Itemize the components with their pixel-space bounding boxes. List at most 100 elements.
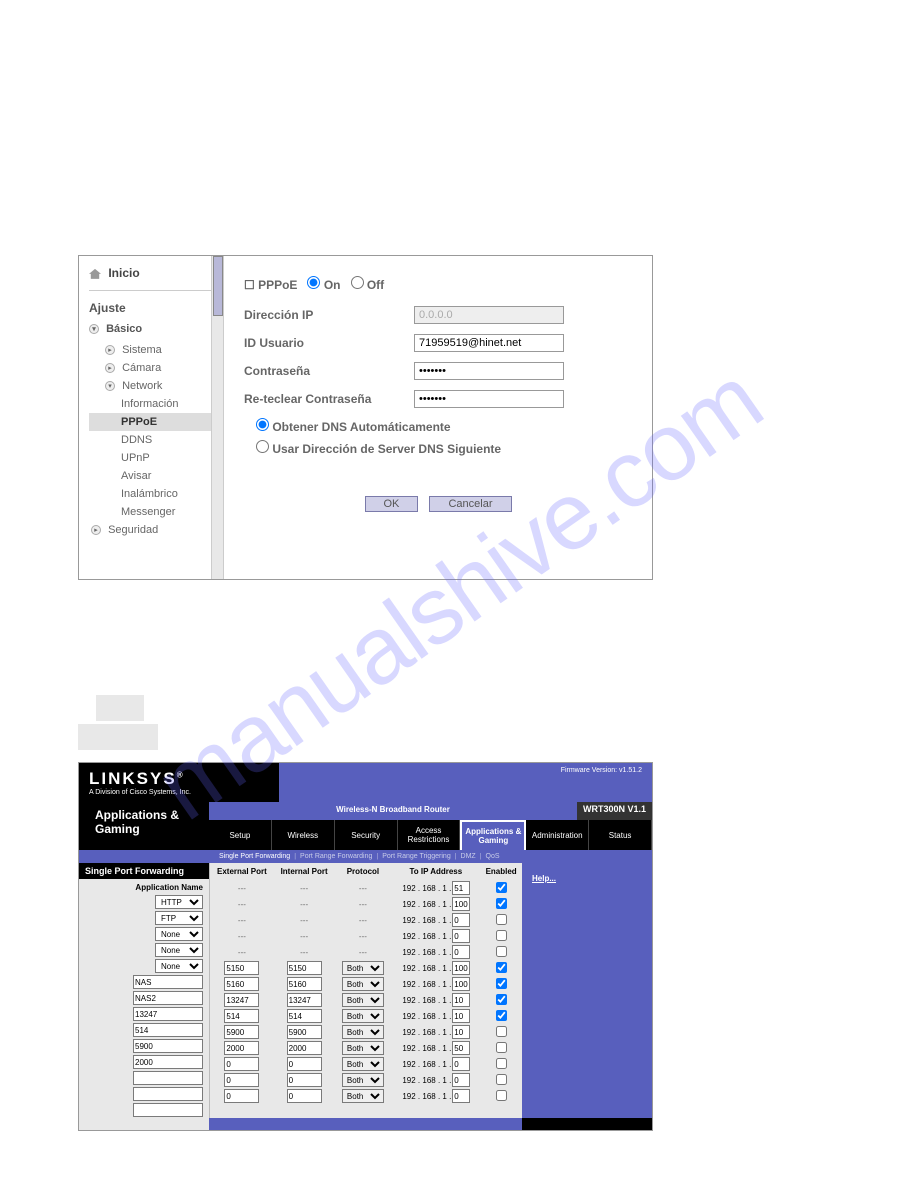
ip-last-octet[interactable] bbox=[452, 1089, 470, 1103]
sidebar-sub-inalambrico[interactable]: Inalámbrico bbox=[89, 485, 217, 503]
enabled-checkbox[interactable] bbox=[496, 898, 507, 909]
protocol-select[interactable]: Both bbox=[342, 1073, 384, 1087]
ip-last-octet[interactable] bbox=[452, 1025, 470, 1039]
protocol-select[interactable]: Both bbox=[342, 1041, 384, 1055]
ip-last-octet[interactable] bbox=[452, 1009, 470, 1023]
tab-wireless[interactable]: Wireless bbox=[272, 820, 335, 850]
sidebar-sub-messenger[interactable]: Messenger bbox=[89, 503, 217, 521]
pppoe-on-radio[interactable] bbox=[307, 276, 320, 289]
internal-port-input[interactable] bbox=[287, 961, 322, 975]
enabled-checkbox[interactable] bbox=[496, 1042, 507, 1053]
dns-auto-row[interactable]: Obtener DNS Automáticamente bbox=[256, 418, 632, 434]
internal-port-input[interactable] bbox=[287, 1089, 322, 1103]
app-name-input[interactable] bbox=[133, 1039, 203, 1053]
scrollbar-thumb[interactable] bbox=[213, 256, 223, 316]
ip-last-octet[interactable] bbox=[452, 1041, 470, 1055]
external-port-input[interactable] bbox=[224, 1025, 259, 1039]
internal-port-input[interactable] bbox=[287, 993, 322, 1007]
enabled-checkbox[interactable] bbox=[496, 1090, 507, 1101]
help-link[interactable]: Help... bbox=[532, 874, 556, 883]
app-name-input[interactable] bbox=[133, 1055, 203, 1069]
cancel-button[interactable]: Cancelar bbox=[429, 496, 511, 512]
internal-port-input[interactable] bbox=[287, 1009, 322, 1023]
ip-last-octet[interactable] bbox=[452, 945, 470, 959]
app-name-input[interactable] bbox=[133, 1071, 203, 1085]
app-select[interactable]: None bbox=[155, 959, 203, 973]
sidebar-item-camara[interactable]: ▸ Cámara bbox=[89, 359, 217, 377]
external-port-input[interactable] bbox=[224, 1057, 259, 1071]
ip-last-octet[interactable] bbox=[452, 1073, 470, 1087]
subnav-single-port[interactable]: Single Port Forwarding bbox=[219, 853, 290, 860]
internal-port-input[interactable] bbox=[287, 1041, 322, 1055]
home-link[interactable]: Inicio bbox=[89, 266, 217, 291]
ip-last-octet[interactable] bbox=[452, 897, 470, 911]
app-name-input[interactable] bbox=[133, 1087, 203, 1101]
subnav-port-range[interactable]: Port Range Forwarding bbox=[300, 853, 372, 860]
internal-port-input[interactable] bbox=[287, 1025, 322, 1039]
external-port-input[interactable] bbox=[224, 993, 259, 1007]
pppoe-off-radio[interactable] bbox=[351, 276, 364, 289]
app-select[interactable]: None bbox=[155, 943, 203, 957]
sidebar-item-sistema[interactable]: ▸ Sistema bbox=[89, 341, 217, 359]
app-name-input[interactable] bbox=[133, 1103, 203, 1117]
subnav-dmz[interactable]: DMZ bbox=[461, 853, 476, 860]
external-port-input[interactable] bbox=[224, 1089, 259, 1103]
app-select[interactable]: None bbox=[155, 927, 203, 941]
user-field[interactable] bbox=[414, 334, 564, 352]
ip-last-octet[interactable] bbox=[452, 929, 470, 943]
dns-manual-radio[interactable] bbox=[256, 440, 269, 453]
protocol-select[interactable]: Both bbox=[342, 1057, 384, 1071]
sidebar-sub-avisar[interactable]: Avisar bbox=[89, 467, 217, 485]
dns-manual-row[interactable]: Usar Dirección de Server DNS Siguiente bbox=[256, 440, 632, 456]
external-port-input[interactable] bbox=[224, 977, 259, 991]
ip-last-octet[interactable] bbox=[452, 961, 470, 975]
dns-auto-radio[interactable] bbox=[256, 418, 269, 431]
tab-setup[interactable]: Setup bbox=[209, 820, 272, 850]
enabled-checkbox[interactable] bbox=[496, 1026, 507, 1037]
enabled-checkbox[interactable] bbox=[496, 914, 507, 925]
sidebar-sub-pppoe[interactable]: PPPoE bbox=[89, 413, 217, 431]
sidebar-item-seguridad[interactable]: ▸ Seguridad bbox=[89, 521, 217, 539]
password-field[interactable] bbox=[414, 362, 564, 380]
enabled-checkbox[interactable] bbox=[496, 930, 507, 941]
external-port-input[interactable] bbox=[224, 1041, 259, 1055]
tab-access[interactable]: AccessRestrictions bbox=[398, 820, 461, 850]
app-select[interactable]: HTTP bbox=[155, 895, 203, 909]
enabled-checkbox[interactable] bbox=[496, 1010, 507, 1021]
scrollbar[interactable] bbox=[211, 256, 223, 579]
enabled-checkbox[interactable] bbox=[496, 946, 507, 957]
internal-port-input[interactable] bbox=[287, 977, 322, 991]
tab-administration[interactable]: Administration bbox=[526, 820, 589, 850]
app-name-input[interactable] bbox=[133, 991, 203, 1005]
external-port-input[interactable] bbox=[224, 1073, 259, 1087]
app-name-input[interactable] bbox=[133, 1023, 203, 1037]
enabled-checkbox[interactable] bbox=[496, 1058, 507, 1069]
protocol-select[interactable]: Both bbox=[342, 993, 384, 1007]
protocol-select[interactable]: Both bbox=[342, 1025, 384, 1039]
ok-button[interactable]: OK bbox=[365, 496, 419, 512]
ip-last-octet[interactable] bbox=[452, 913, 470, 927]
enabled-checkbox[interactable] bbox=[496, 978, 507, 989]
subnav-port-trigger[interactable]: Port Range Triggering bbox=[382, 853, 450, 860]
password2-field[interactable] bbox=[414, 390, 564, 408]
ip-last-octet[interactable] bbox=[452, 977, 470, 991]
sidebar-sub-ddns[interactable]: DDNS bbox=[89, 431, 217, 449]
internal-port-input[interactable] bbox=[287, 1073, 322, 1087]
protocol-select[interactable]: Both bbox=[342, 1009, 384, 1023]
external-port-input[interactable] bbox=[224, 1009, 259, 1023]
protocol-select[interactable]: Both bbox=[342, 1089, 384, 1103]
tab-applications-gaming[interactable]: Applications &Gaming bbox=[460, 820, 526, 850]
ip-last-octet[interactable] bbox=[452, 993, 470, 1007]
app-name-input[interactable] bbox=[133, 1007, 203, 1021]
basico-heading[interactable]: ▾ Básico bbox=[89, 323, 217, 335]
sidebar-sub-informacion[interactable]: Información bbox=[89, 395, 217, 413]
protocol-select[interactable]: Both bbox=[342, 977, 384, 991]
sidebar-sub-upnp[interactable]: UPnP bbox=[89, 449, 217, 467]
tab-status[interactable]: Status bbox=[589, 820, 652, 850]
sidebar-item-network[interactable]: ▾ Network bbox=[89, 377, 217, 395]
app-select[interactable]: FTP bbox=[155, 911, 203, 925]
enabled-checkbox[interactable] bbox=[496, 882, 507, 893]
app-name-input[interactable] bbox=[133, 975, 203, 989]
enabled-checkbox[interactable] bbox=[496, 1074, 507, 1085]
protocol-select[interactable]: Both bbox=[342, 961, 384, 975]
